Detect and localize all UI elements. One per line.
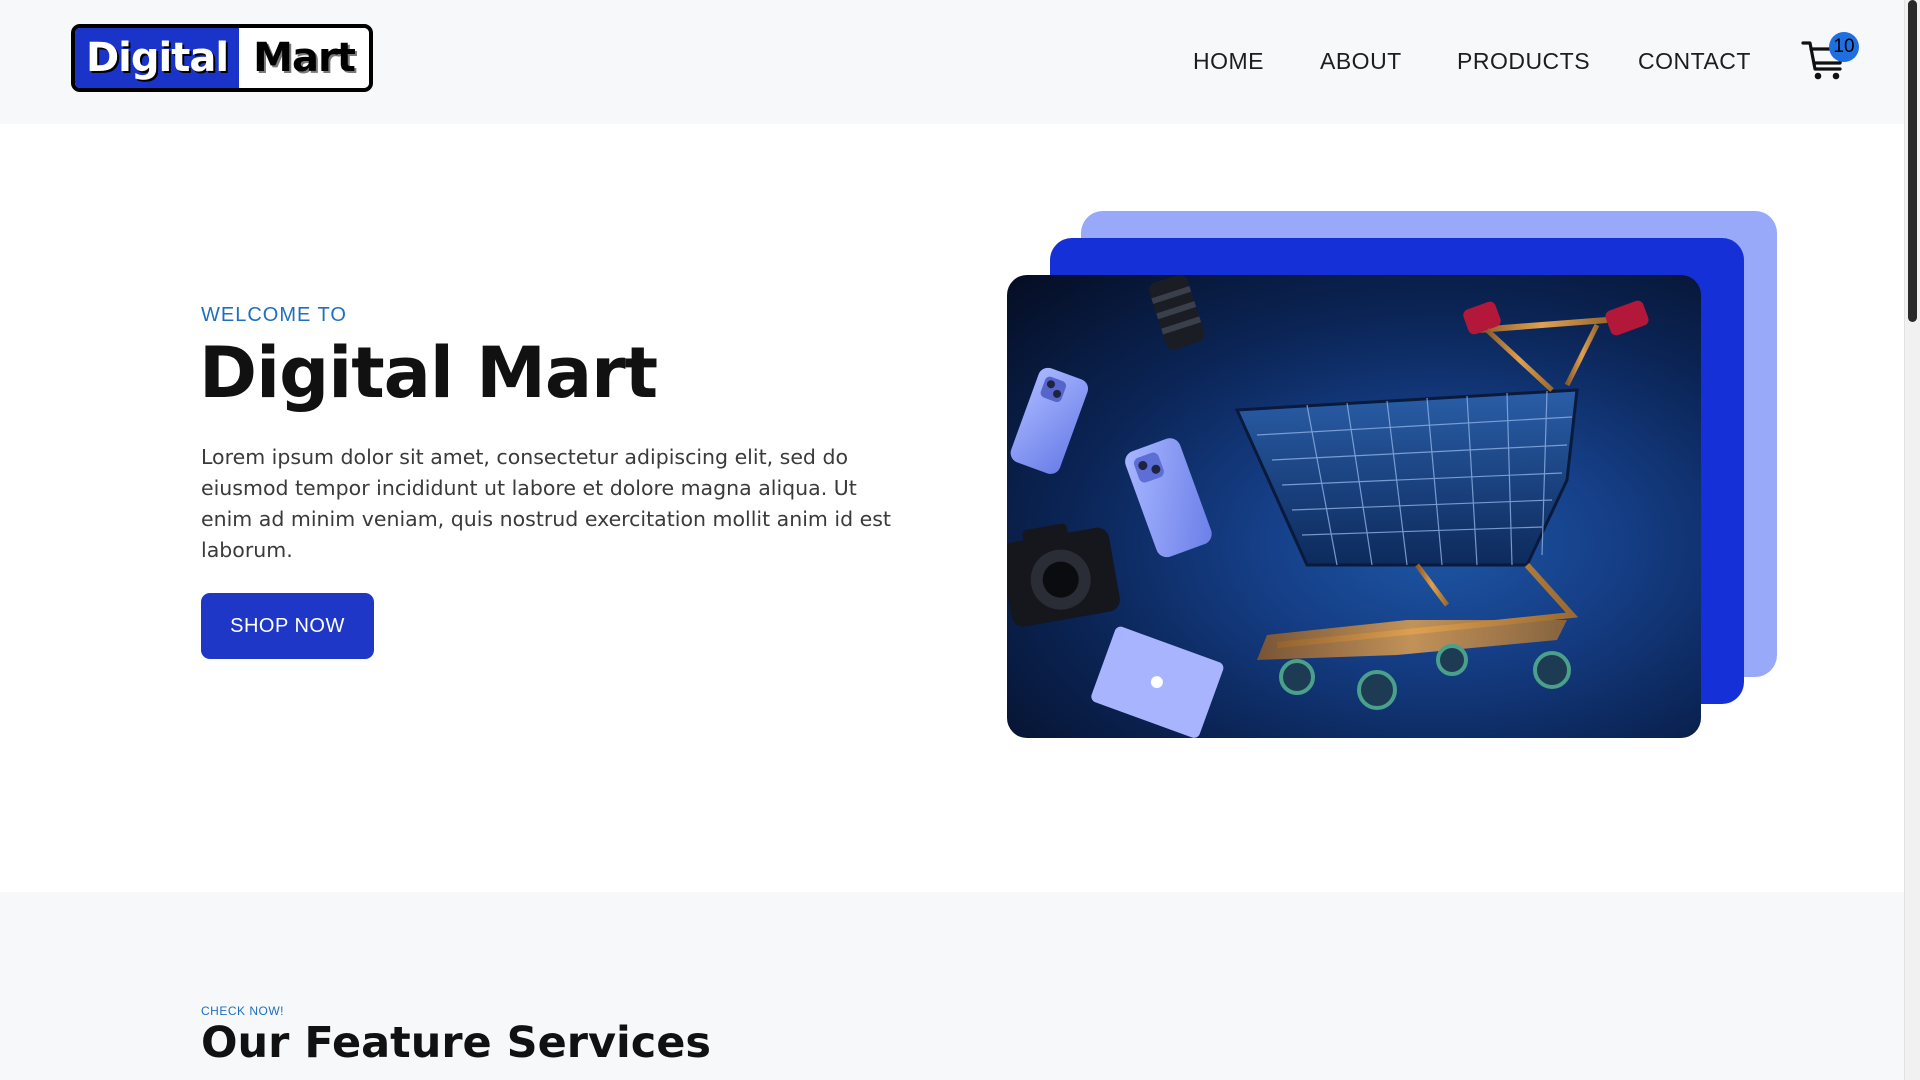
site-header: Digital Mart HOME ABOUT PRODUCTS CONTACT… <box>0 0 1904 124</box>
camera-lens-icon <box>1149 275 1205 350</box>
nav-home[interactable]: HOME <box>1193 48 1264 78</box>
shop-now-button[interactable]: SHOP NOW <box>201 593 374 659</box>
hero-eyebrow: WELCOME TO <box>201 304 347 326</box>
logo[interactable]: Digital Mart <box>71 24 373 92</box>
nav-about[interactable]: ABOUT <box>1320 48 1402 78</box>
hero-image-shopping-cart <box>1007 275 1701 738</box>
vertical-scrollbar[interactable] <box>1904 0 1920 1080</box>
nav-products[interactable]: PRODUCTS <box>1457 48 1590 78</box>
scrollbar-thumb[interactable] <box>1908 0 1917 322</box>
cart-count-badge: 10 <box>1829 32 1859 62</box>
nav-contact[interactable]: CONTACT <box>1638 48 1751 78</box>
logo-text-digital: Digital <box>75 28 239 88</box>
smartphone-icon <box>1010 367 1089 474</box>
hero-title: Digital Mart <box>199 332 658 414</box>
camera-icon <box>1007 523 1120 627</box>
features-eyebrow: CHECK NOW! <box>201 1004 284 1018</box>
hero-description: Lorem ipsum dolor sit amet, consectetur … <box>201 445 891 562</box>
shopping-cart-icon <box>1234 300 1649 710</box>
features-title: Our Feature Services <box>201 1018 712 1068</box>
page: Digital Mart HOME ABOUT PRODUCTS CONTACT… <box>0 0 1904 1080</box>
smartphone-icon <box>1125 438 1212 558</box>
laptop-icon <box>1091 626 1224 738</box>
logo-text-mart: Mart <box>239 28 369 88</box>
